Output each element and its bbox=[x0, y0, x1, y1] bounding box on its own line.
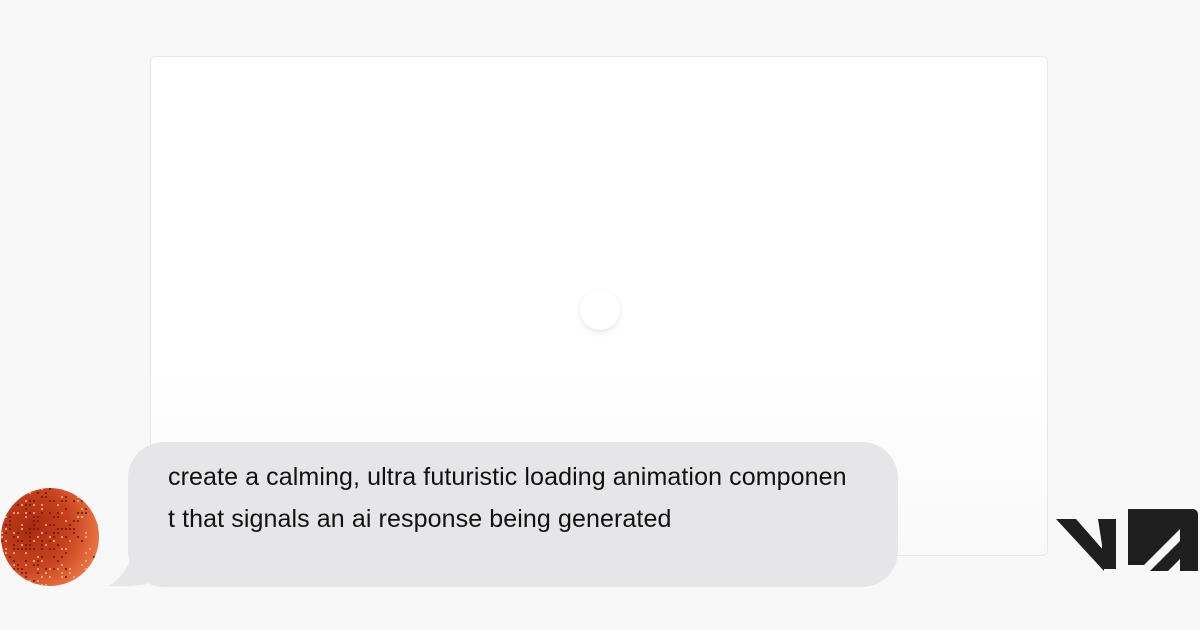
chat-message-bubble: create a calming, ultra futuristic loadi… bbox=[128, 442, 898, 587]
user-avatar[interactable] bbox=[1, 488, 99, 586]
v0-logo-icon bbox=[1056, 509, 1198, 571]
loading-spinner-icon bbox=[580, 290, 620, 330]
chat-message-text: create a calming, ultra futuristic loadi… bbox=[168, 463, 847, 533]
avatar-pattern-icon bbox=[1, 488, 99, 586]
